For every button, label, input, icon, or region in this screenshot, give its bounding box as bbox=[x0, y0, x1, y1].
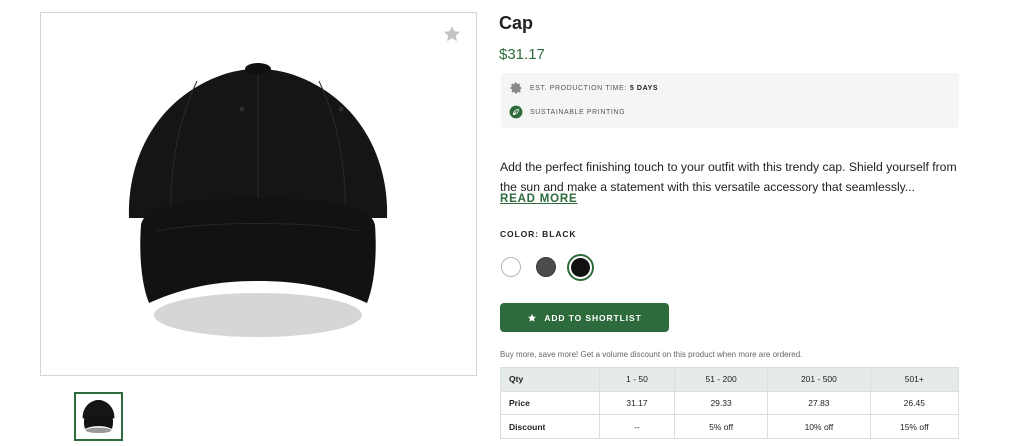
product-title: Cap bbox=[499, 13, 534, 33]
color-swatch-black-selected[interactable] bbox=[567, 254, 594, 281]
table-row: Price 31.17 29.33 27.83 26.45 bbox=[500, 390, 960, 416]
product-page: Cap $31.17 EST. PRODUCTION TIME: 5 DAYS … bbox=[0, 0, 1024, 446]
volume-discount-table: Qty 1 - 50 51 - 200 201 - 500 501+ Price… bbox=[500, 367, 960, 440]
table-header-cell: 201 - 500 bbox=[767, 367, 871, 392]
product-price: $31.17 bbox=[499, 46, 545, 63]
table-cell: 26.45 bbox=[869, 390, 960, 416]
leaf-icon bbox=[509, 105, 523, 119]
sustainable-printing-row: SUSTAINABLE PRINTING bbox=[509, 105, 625, 119]
production-time-label: EST. PRODUCTION TIME: bbox=[530, 84, 627, 92]
table-cell: 5% off bbox=[673, 414, 769, 440]
table-cell: Discount bbox=[500, 414, 600, 440]
color-swatch-white[interactable] bbox=[501, 257, 521, 277]
volume-discount-note: Buy more, save more! Get a volume discou… bbox=[500, 350, 803, 359]
color-swatch-dark-grey[interactable] bbox=[536, 257, 556, 277]
table-cell: Price bbox=[500, 390, 600, 416]
favorite-star-icon[interactable] bbox=[442, 24, 462, 44]
table-header-cell: 1 - 50 bbox=[599, 367, 675, 392]
read-more-link[interactable]: READ MORE bbox=[500, 193, 577, 205]
product-description: Add the perfect finishing touch to your … bbox=[500, 160, 957, 194]
table-cell: 29.33 bbox=[673, 390, 769, 416]
gear-icon bbox=[510, 82, 522, 94]
table-cell: 10% off bbox=[767, 414, 871, 440]
table-cell: -- bbox=[599, 414, 675, 440]
sustainable-printing-label: SUSTAINABLE PRINTING bbox=[530, 108, 626, 116]
table-row: Discount -- 5% off 10% off 15% off bbox=[500, 414, 960, 440]
table-header-cell: 51 - 200 bbox=[673, 367, 769, 392]
cap-thumbnail-image bbox=[82, 399, 115, 434]
table-header-cell: Qty bbox=[500, 367, 600, 392]
production-info-box: EST. PRODUCTION TIME: 5 DAYS SUSTAINABLE… bbox=[501, 73, 959, 128]
add-to-shortlist-label: ADD TO SHORTLIST bbox=[544, 312, 642, 323]
color-label: COLOR: BLACK bbox=[500, 229, 577, 239]
table-header-row: Qty 1 - 50 51 - 200 201 - 500 501+ bbox=[500, 367, 960, 392]
main-product-image[interactable] bbox=[40, 12, 477, 376]
table-cell: 31.17 bbox=[599, 390, 675, 416]
star-icon bbox=[528, 313, 537, 322]
production-time-row: EST. PRODUCTION TIME: 5 DAYS bbox=[509, 81, 658, 95]
table-cell: 27.83 bbox=[767, 390, 871, 416]
cap-image bbox=[128, 63, 388, 337]
product-thumbnail[interactable] bbox=[74, 392, 123, 441]
color-swatch-black bbox=[571, 258, 590, 277]
add-to-shortlist-button[interactable]: ADD TO SHORTLIST bbox=[500, 303, 669, 332]
table-header-cell: 501+ bbox=[869, 367, 960, 392]
table-cell: 15% off bbox=[869, 414, 960, 440]
production-time-value: 5 DAYS bbox=[629, 84, 659, 92]
